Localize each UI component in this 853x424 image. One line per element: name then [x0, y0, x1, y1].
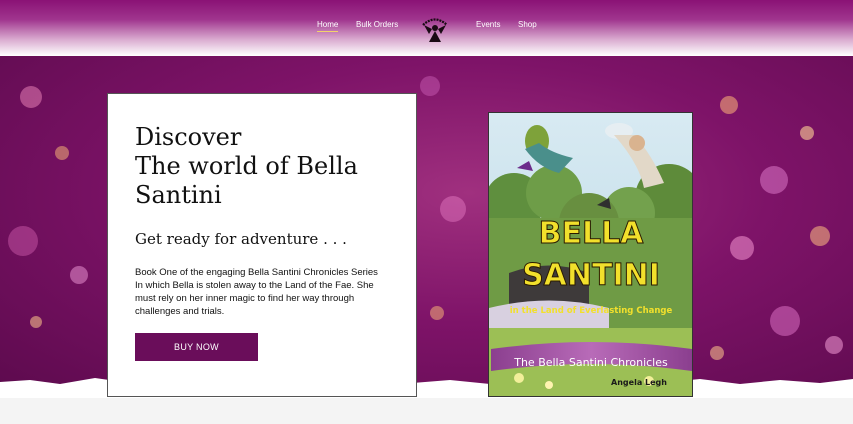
book-cover-image[interactable]: BELLA SANTINI in the Land of Everlasting…: [488, 112, 693, 397]
hero-card: Discover The world of Bella Santini Get …: [107, 93, 417, 397]
site-header: Home Bulk Orders Events Shop: [0, 0, 853, 56]
hero-description: Book One of the engaging Bella Santini C…: [135, 267, 378, 317]
fairy-logo-icon[interactable]: [418, 11, 452, 45]
nav-events[interactable]: Events: [476, 20, 500, 29]
nav-bulk-orders[interactable]: Bulk Orders: [356, 20, 398, 29]
nav-home[interactable]: Home: [317, 20, 339, 32]
page-bottom-band: [0, 398, 853, 424]
cover-author: Angela Legh: [611, 378, 667, 387]
hero-title: Discover The world of Bella Santini: [135, 123, 405, 210]
main-nav: Home Bulk Orders Events Shop: [0, 0, 853, 56]
hero-title-line2: The world of Bella Santini: [135, 152, 358, 209]
nav-shop[interactable]: Shop: [518, 20, 537, 29]
buy-now-button[interactable]: BUY NOW: [135, 333, 258, 361]
hero-subtitle: Get ready for adventure . . .: [135, 230, 347, 248]
cover-title-line2: SANTINI: [522, 258, 660, 293]
book-cover-art: BELLA SANTINI in the Land of Everlasting…: [489, 113, 692, 396]
hero-title-line1: Discover: [135, 123, 242, 151]
cover-title-line1: BELLA: [539, 216, 645, 251]
cover-tagline: in the Land of Everlasting Change: [510, 306, 673, 316]
cover-series: The Bella Santini Chronicles: [513, 356, 668, 369]
